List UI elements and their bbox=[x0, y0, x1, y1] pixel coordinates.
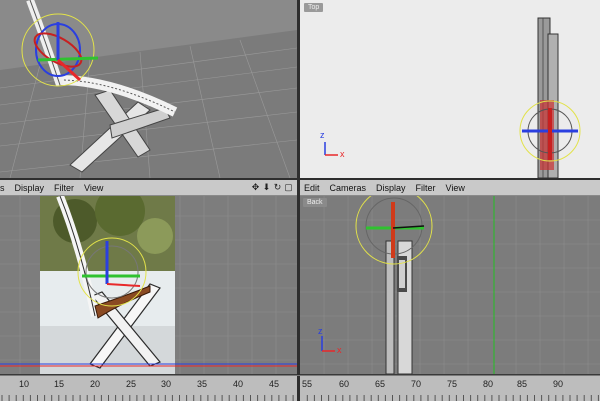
axis-label-z-top: z bbox=[320, 130, 325, 140]
tick-label: 25 bbox=[125, 379, 137, 389]
front-view-menubar: s Display Filter View ✥ ⬇ ↻ ▢ bbox=[0, 180, 297, 196]
menu-partial[interactable]: s bbox=[0, 183, 5, 193]
tick-label: 30 bbox=[160, 379, 172, 389]
menu-filter[interactable]: Filter bbox=[54, 183, 74, 193]
front-viewport[interactable] bbox=[0, 196, 297, 374]
axis-label-z-back: z bbox=[318, 326, 323, 336]
back-viewport[interactable]: Back z x bbox=[300, 196, 600, 374]
move-icon[interactable]: ✥ bbox=[251, 183, 260, 192]
tick-label: 10 bbox=[18, 379, 30, 389]
tick-label: 45 bbox=[268, 379, 280, 389]
timeline-ruler[interactable]: 10 15 20 25 30 35 40 45 55 60 65 70 75 8… bbox=[0, 375, 600, 401]
axis-label-x-top: x bbox=[340, 149, 345, 159]
axis-label-x-back: x bbox=[337, 345, 342, 355]
viewport-label-back: Back bbox=[303, 198, 327, 207]
timeline-divider bbox=[297, 376, 300, 401]
tick-label: 90 bbox=[552, 379, 564, 389]
transform-gizmo-back bbox=[355, 196, 433, 265]
tick-label: 60 bbox=[338, 379, 350, 389]
top-viewport[interactable]: Top z x bbox=[300, 0, 600, 178]
viewport-divider-horizontal[interactable] bbox=[0, 178, 600, 180]
maximize-icon[interactable]: ▢ bbox=[284, 183, 293, 192]
perspective-scene bbox=[0, 0, 297, 178]
tick-label: 35 bbox=[196, 379, 208, 389]
back-view-menubar: Edit Cameras Display Filter View bbox=[300, 180, 600, 196]
viewport-divider-vertical[interactable] bbox=[297, 0, 300, 375]
perspective-viewport[interactable] bbox=[0, 0, 297, 178]
rotate-icon[interactable]: ↻ bbox=[273, 183, 282, 192]
tick-label: 55 bbox=[301, 379, 313, 389]
axis-indicator-top bbox=[324, 142, 338, 156]
tick-label: 70 bbox=[410, 379, 422, 389]
top-scene bbox=[324, 17, 581, 178]
menu-display-back[interactable]: Display bbox=[376, 183, 406, 193]
menu-cameras[interactable]: Cameras bbox=[330, 183, 367, 193]
menu-display[interactable]: Display bbox=[15, 183, 45, 193]
tick-label: 65 bbox=[374, 379, 386, 389]
tick-label: 20 bbox=[89, 379, 101, 389]
tick-label: 75 bbox=[446, 379, 458, 389]
tick-label: 40 bbox=[232, 379, 244, 389]
menu-view-back[interactable]: View bbox=[446, 183, 465, 193]
tick-label: 15 bbox=[53, 379, 65, 389]
menu-filter-back[interactable]: Filter bbox=[416, 183, 436, 193]
tick-label: 85 bbox=[516, 379, 528, 389]
arrow-down-icon[interactable]: ⬇ bbox=[262, 183, 271, 192]
viewport-label-top: Top bbox=[304, 3, 324, 12]
front-scene bbox=[0, 196, 297, 374]
transform-gizmo-top bbox=[519, 100, 581, 162]
menu-edit[interactable]: Edit bbox=[304, 183, 320, 193]
back-scene bbox=[300, 196, 600, 374]
tick-label: 80 bbox=[482, 379, 494, 389]
menu-view[interactable]: View bbox=[84, 183, 103, 193]
